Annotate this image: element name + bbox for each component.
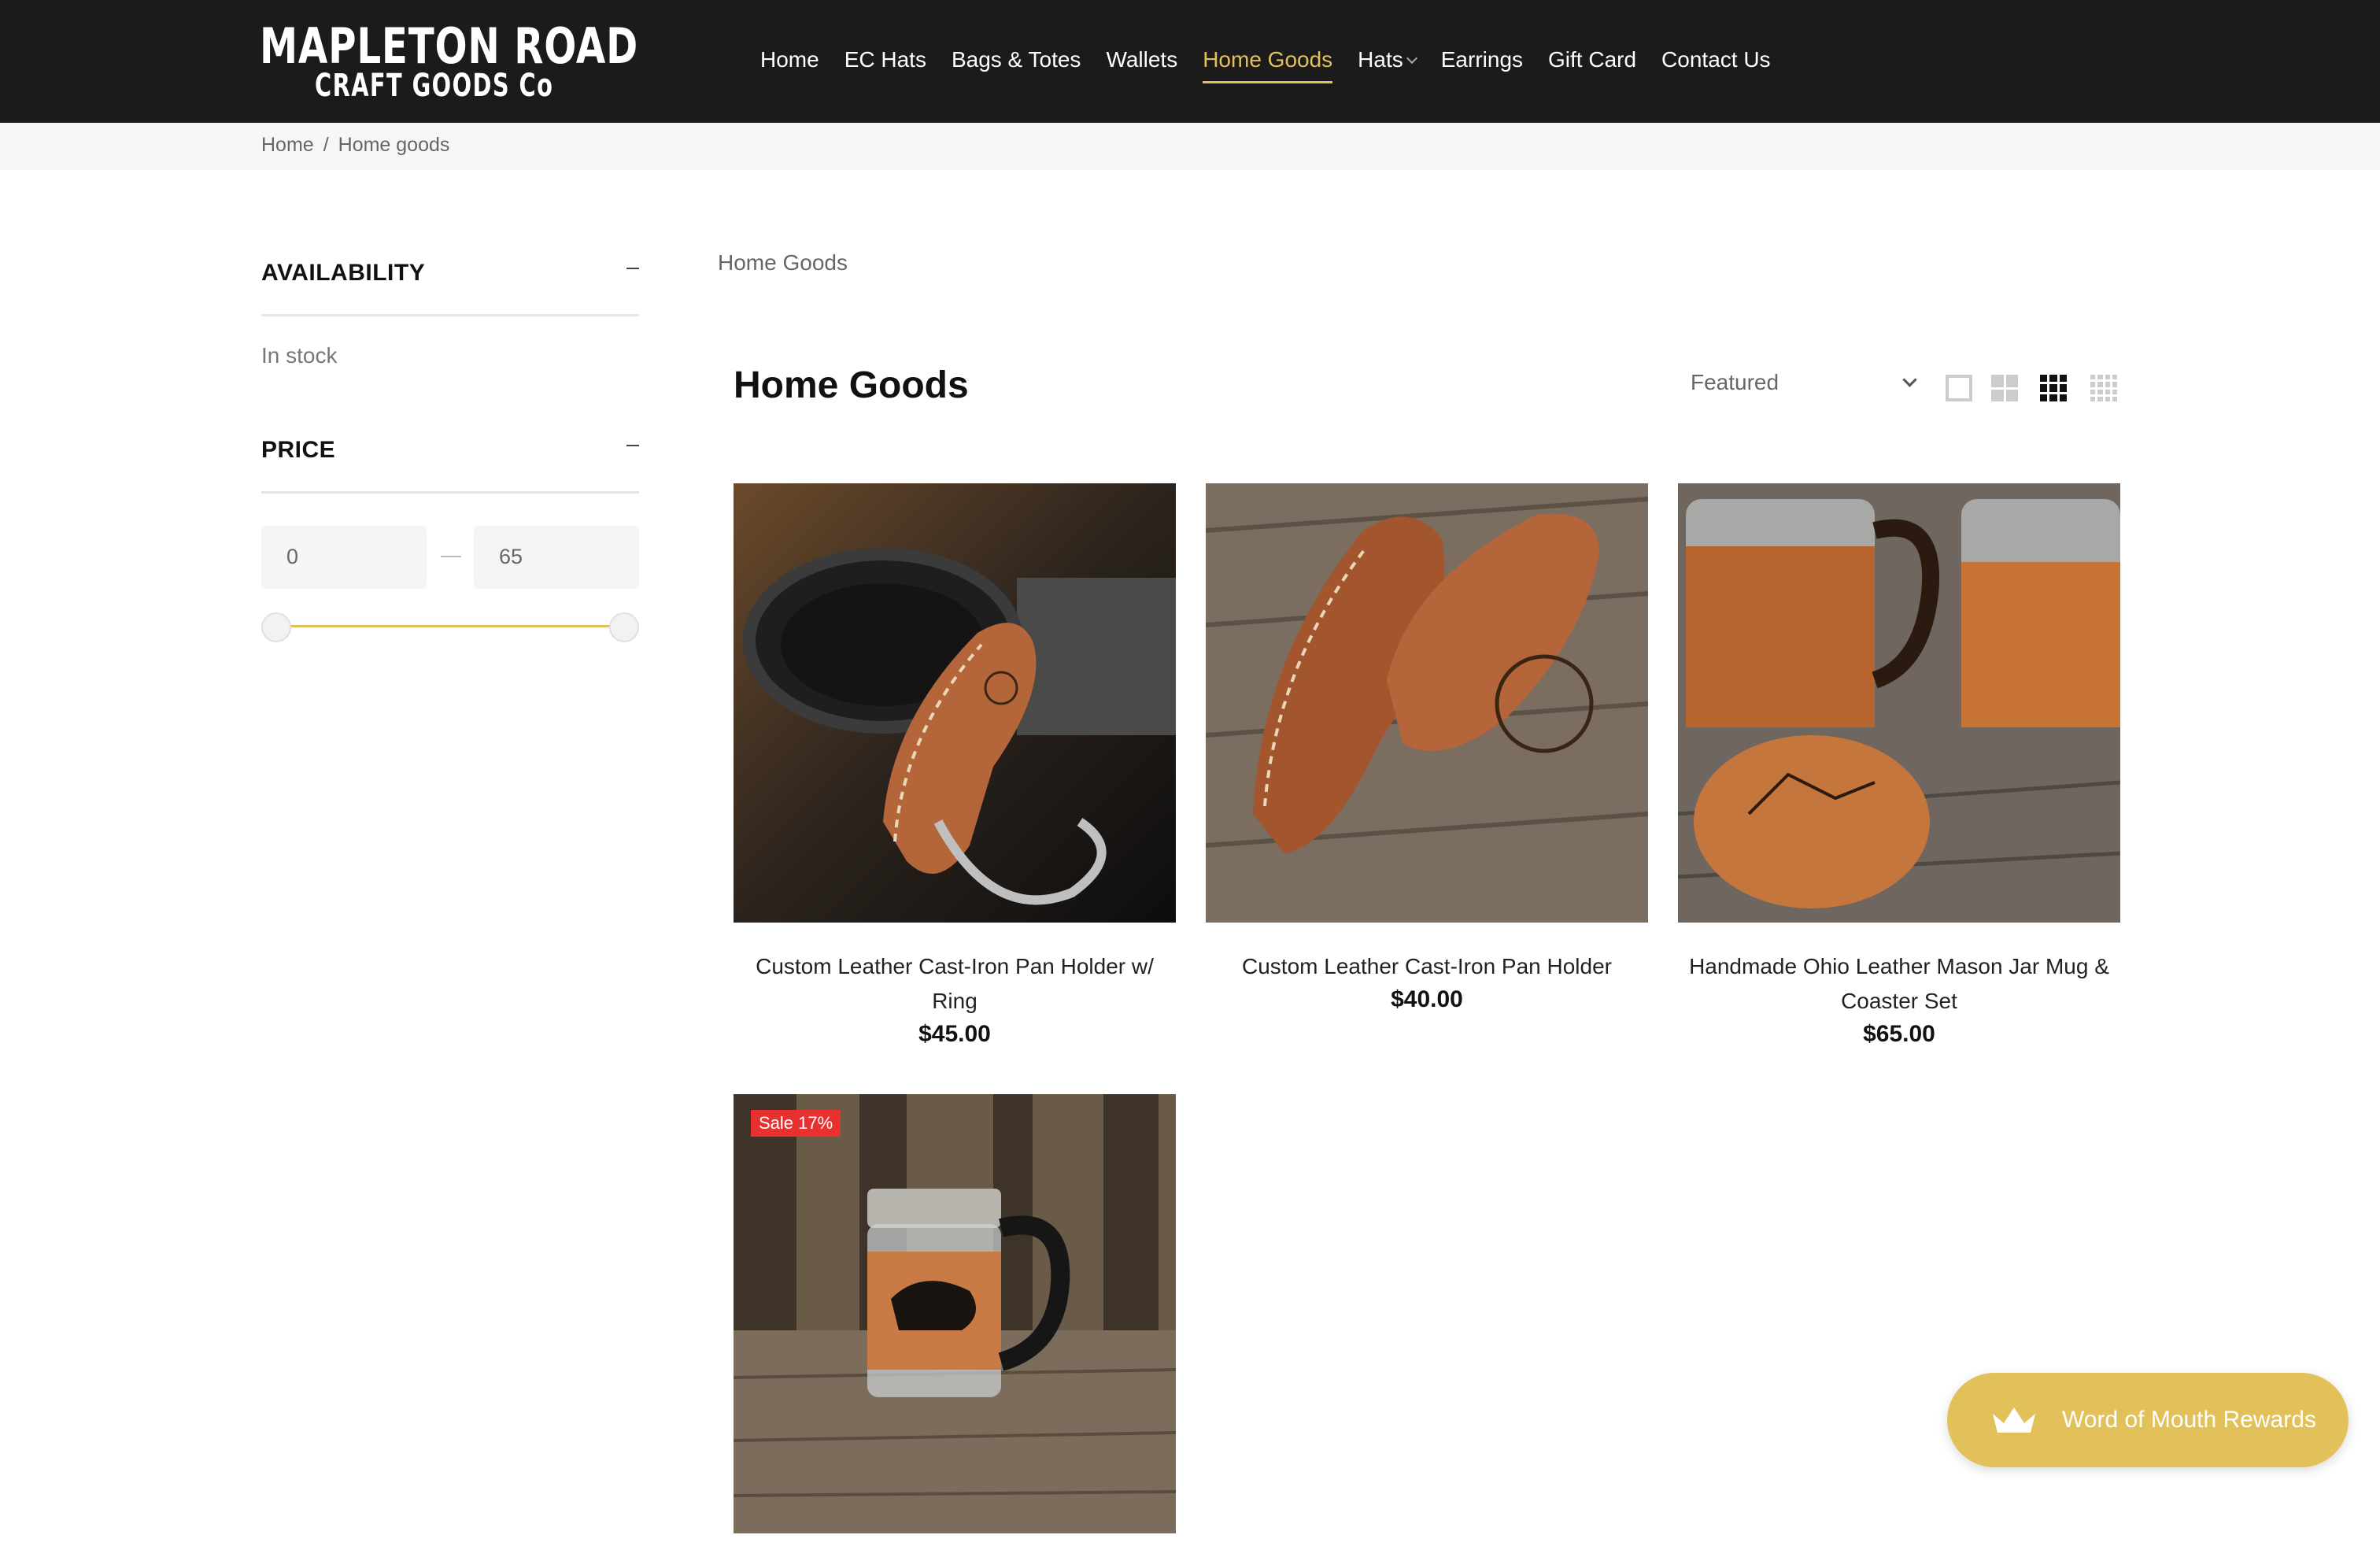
product-card[interactable]: Custom Leather Cast-Iron Pan Holder w/ R…	[734, 483, 1176, 1050]
sort-select[interactable]: Featured	[1691, 370, 1779, 395]
logo-line1: MAPLETON ROAD	[260, 17, 639, 75]
product-price: $40.00	[1391, 986, 1463, 1012]
nav-wallets[interactable]: Wallets	[1106, 44, 1177, 79]
in-stock-option[interactable]: In stock	[261, 343, 337, 368]
breadcrumb-current: Home goods	[338, 134, 450, 156]
brand-logo[interactable]: MAPLETON ROAD CRAFT GOODS Co	[260, 17, 638, 104]
price-title: PRICE	[261, 437, 336, 463]
product-name[interactable]: Custom Leather Cast-Iron Pan Holder	[1206, 949, 1648, 984]
availability-filter-header[interactable]: AVAILABILITY	[261, 228, 639, 316]
chevron-down-icon[interactable]	[1902, 372, 1917, 387]
range-dash	[441, 556, 461, 557]
collapse-icon[interactable]	[626, 445, 639, 446]
breadcrumb-separator: /	[323, 134, 329, 156]
nav-contact-us[interactable]: Contact Us	[1661, 44, 1771, 79]
product-card[interactable]: Sale 17%	[734, 1094, 1176, 1533]
crown-icon	[1993, 1407, 2035, 1433]
collapse-icon[interactable]	[626, 268, 639, 269]
product-price: $45.00	[918, 1021, 991, 1047]
price-slider-max-handle[interactable]	[609, 612, 639, 642]
product-image[interactable]	[734, 483, 1176, 923]
price-slider-min-handle[interactable]	[261, 612, 291, 642]
breadcrumb: Home / Home goods	[261, 134, 449, 157]
rewards-label: Word of Mouth Rewards	[2062, 1407, 2316, 1433]
nav-hats[interactable]: Hats	[1358, 44, 1417, 79]
product-card[interactable]: Custom Leather Cast-Iron Pan Holder $40.…	[1206, 483, 1648, 1015]
collection-label: Home Goods	[718, 250, 848, 275]
price-min-input[interactable]: 0	[261, 526, 427, 589]
site-header: MAPLETON ROAD CRAFT GOODS Co Home EC Hat…	[0, 0, 2380, 123]
product-image[interactable]	[1678, 483, 2120, 923]
page-title: Home Goods	[734, 364, 969, 406]
main-nav: Home EC Hats Bags & Totes Wallets Home G…	[760, 44, 1796, 83]
nav-bags-totes[interactable]: Bags & Totes	[952, 44, 1081, 79]
sale-badge: Sale 17%	[751, 1110, 841, 1137]
breadcrumb-bar: Home / Home goods	[0, 123, 2380, 170]
nav-home[interactable]: Home	[760, 44, 819, 79]
product-card[interactable]: Handmade Ohio Leather Mason Jar Mug & Co…	[1678, 483, 2120, 1050]
grid-2-column-icon[interactable]	[1991, 375, 2018, 401]
availability-title: AVAILABILITY	[261, 260, 426, 286]
filter-sidebar: AVAILABILITY In stock PRICE 0 65	[261, 228, 639, 642]
price-max-input[interactable]: 65	[474, 526, 639, 589]
nav-earrings[interactable]: Earrings	[1441, 44, 1523, 79]
breadcrumb-home[interactable]: Home	[261, 134, 314, 157]
product-name[interactable]: Custom Leather Cast-Iron Pan Holder w/ R…	[734, 949, 1176, 1019]
chevron-down-icon	[1406, 52, 1417, 65]
product-image[interactable]	[1206, 483, 1648, 923]
grid-4-column-icon[interactable]	[2090, 375, 2117, 401]
product-image[interactable]: Sale 17%	[734, 1094, 1176, 1533]
nav-hats-label: Hats	[1358, 47, 1403, 72]
logo-line2: CRAFT GOODS Co	[315, 68, 554, 104]
price-filter-header[interactable]: PRICE	[261, 405, 639, 494]
price-slider-track[interactable]	[275, 625, 625, 627]
nav-gift-card[interactable]: Gift Card	[1548, 44, 1636, 79]
nav-ec-hats[interactable]: EC Hats	[844, 44, 926, 79]
grid-1-column-icon[interactable]	[1946, 375, 1972, 401]
product-price: $65.00	[1863, 1021, 1935, 1047]
product-name[interactable]: Handmade Ohio Leather Mason Jar Mug & Co…	[1678, 949, 2120, 1019]
rewards-button[interactable]: Word of Mouth Rewards	[1947, 1373, 2349, 1467]
grid-3-column-icon[interactable]	[2040, 375, 2067, 401]
nav-home-goods[interactable]: Home Goods	[1203, 44, 1332, 83]
